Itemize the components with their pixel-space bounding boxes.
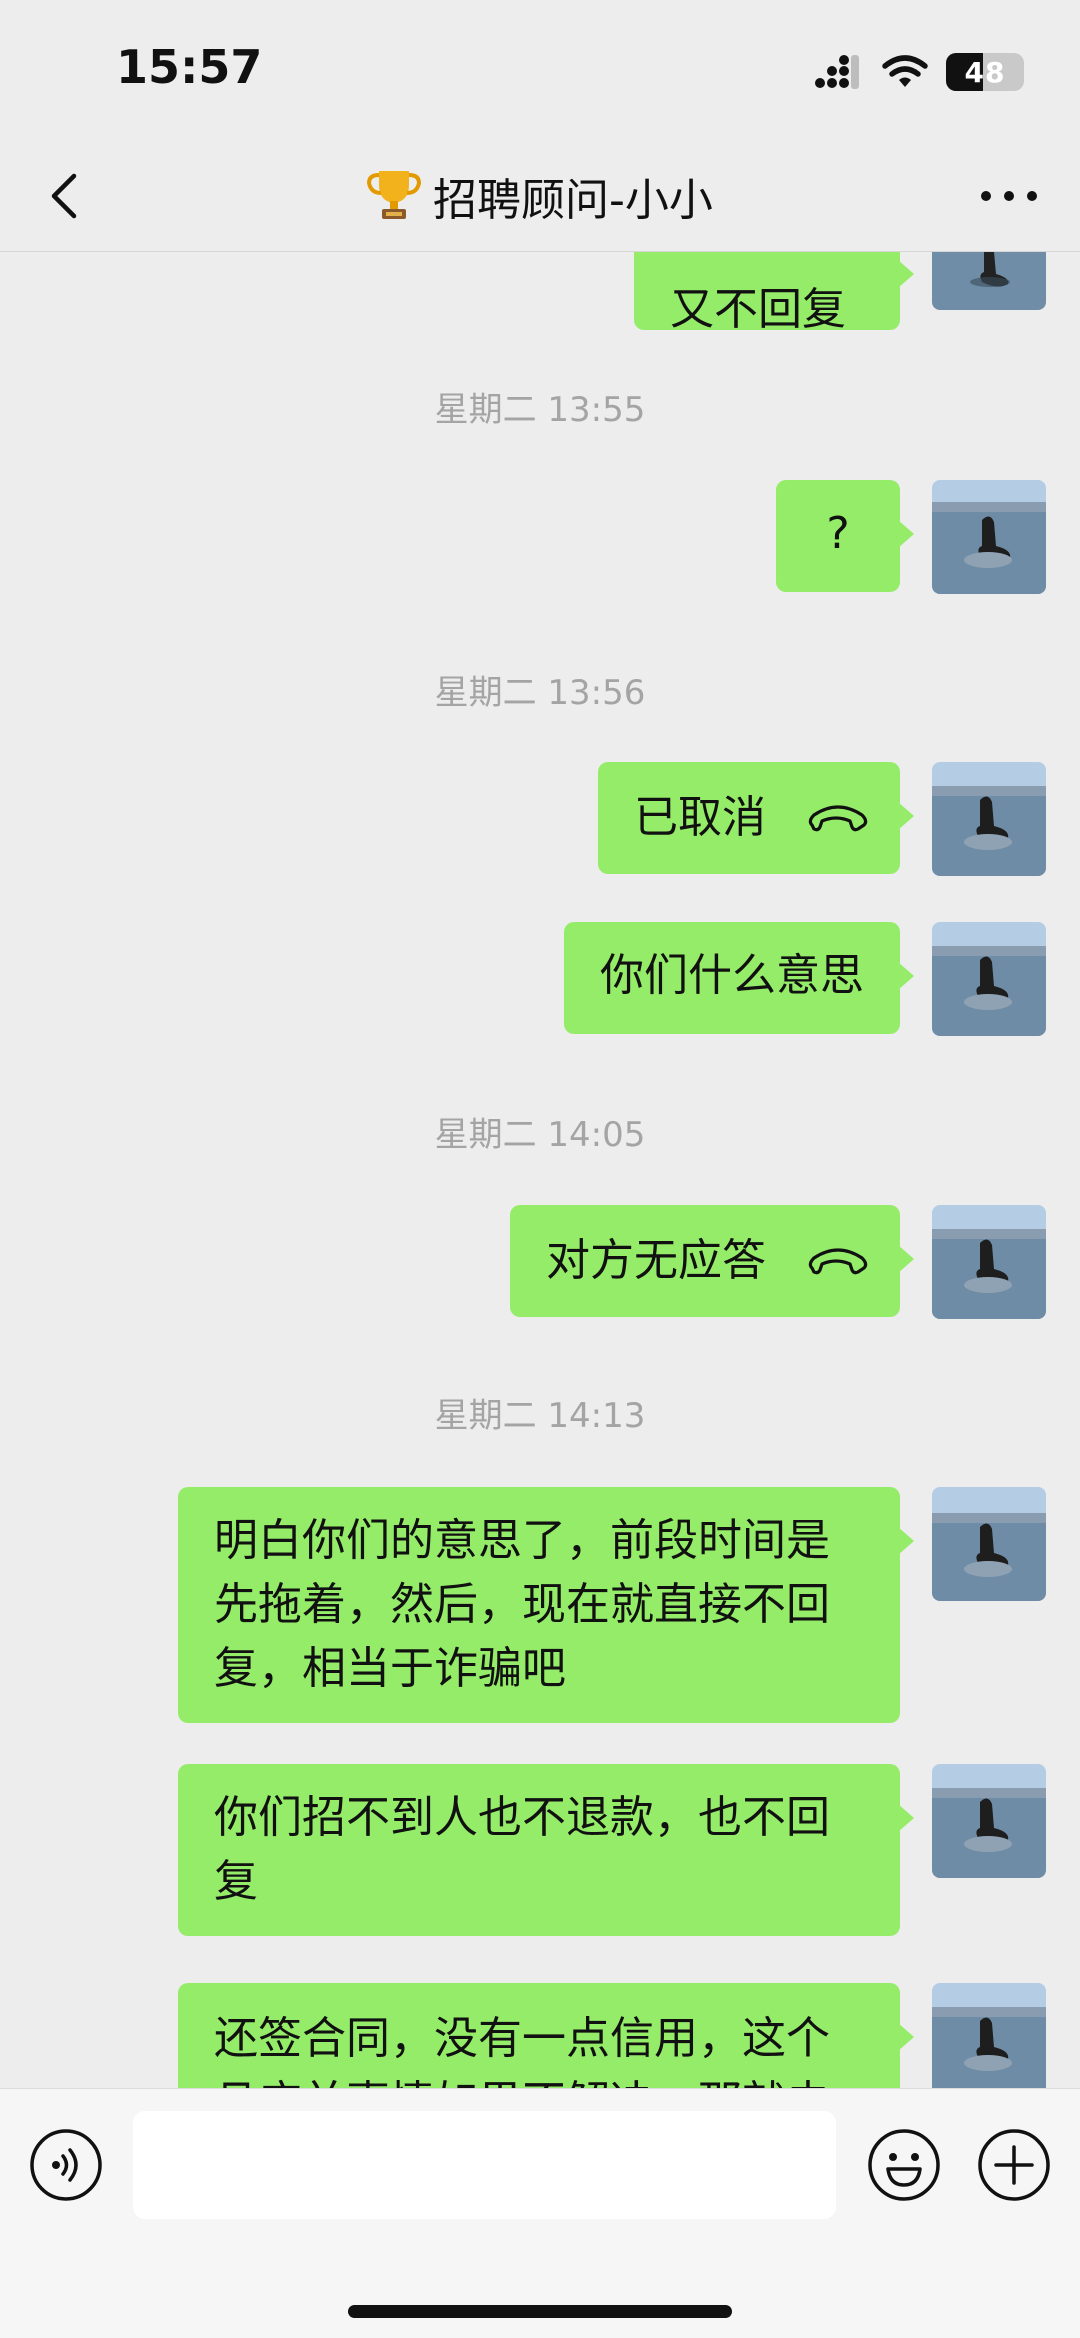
trophy-icon <box>367 171 422 219</box>
avatar[interactable] <box>932 1983 1046 2088</box>
cellular-signal-icon <box>815 55 859 89</box>
avatar[interactable] <box>932 1764 1046 1878</box>
call-message-bubble[interactable]: 已取消 <box>598 762 914 874</box>
message-text-line: 复，相当于诈骗吧 <box>214 1643 566 1694</box>
battery-icon: 48 <box>946 53 1024 91</box>
message-bubble[interactable]: 你们什么意思 <box>564 922 914 1034</box>
call-message-bubble[interactable]: 对方无应答 <box>510 1205 914 1317</box>
message-text: ? <box>826 508 850 559</box>
chat-message-list[interactable]: 又不回复 星期二 13:55 ? 星期二 13:56 已取消 你们什么意思 星期… <box>0 0 1080 2088</box>
more-options-icon[interactable] <box>974 168 1044 224</box>
chat-title-text: 招聘顾问-小小 <box>433 175 713 226</box>
phone-hangup-icon <box>808 1248 868 1275</box>
nav-bar: 招聘顾问-小小 <box>0 150 1080 250</box>
message-text: 你们什么意思 <box>600 950 864 1001</box>
message-bubble[interactable]: 你们招不到人也不退款，也不回 复 <box>178 1764 914 1936</box>
home-indicator[interactable] <box>348 2305 732 2318</box>
avatar[interactable] <box>932 922 1046 1036</box>
add-icon[interactable] <box>976 2127 1052 2203</box>
message-text-line: 你们招不到人也不退款，也不回 <box>214 1792 830 1843</box>
phone-hangup-icon <box>808 805 868 832</box>
message-bubble[interactable]: 还签合同，没有一点信用，这个 且应并事情如果不解决，那就去 <box>178 1983 914 2088</box>
avatar[interactable] <box>932 1487 1046 1601</box>
message-input[interactable] <box>133 2111 836 2219</box>
message-bubble[interactable]: 明白你们的意思了，前段时间是 先拖着，然后，现在就直接不回 复，相当于诈骗吧 <box>178 1487 914 1723</box>
status-icons: 48 <box>814 48 1024 96</box>
message-text: 又不回复 <box>670 284 846 335</box>
timestamp: 星期二 13:56 <box>434 673 646 713</box>
voice-input-icon[interactable] <box>28 2127 104 2203</box>
timestamp: 星期二 14:05 <box>434 1115 646 1155</box>
battery-level: 48 <box>964 55 1006 89</box>
avatar[interactable] <box>932 762 1046 876</box>
emoji-icon[interactable] <box>866 2127 942 2203</box>
timestamp: 星期二 13:55 <box>434 390 646 430</box>
input-bar <box>0 2088 1080 2338</box>
message-bubble[interactable]: ? <box>776 480 914 592</box>
avatar[interactable] <box>932 1205 1046 1319</box>
message-text-line: 还签合同，没有一点信用，这个 <box>214 2013 830 2064</box>
timestamp: 星期二 14:13 <box>434 1396 646 1436</box>
back-icon[interactable] <box>36 166 96 226</box>
message-text-line: 复 <box>214 1856 258 1907</box>
message-text-line: 且应并事情如果不解决，那就去 <box>214 2075 864 2088</box>
wifi-icon <box>882 55 928 87</box>
top-bar: 15:57 48 招聘顾问-小小 <box>0 0 1080 252</box>
message-text-line: 先拖着，然后，现在就直接不回 <box>214 1579 830 1630</box>
chat-title[interactable]: 招聘顾问-小小 <box>150 164 930 228</box>
status-time: 15:57 <box>116 40 263 94</box>
avatar[interactable] <box>932 480 1046 594</box>
message-text: 已取消 <box>634 792 766 843</box>
message-text: 对方无应答 <box>546 1235 766 1286</box>
message-text-line: 明白你们的意思了，前段时间是 <box>214 1515 830 1566</box>
